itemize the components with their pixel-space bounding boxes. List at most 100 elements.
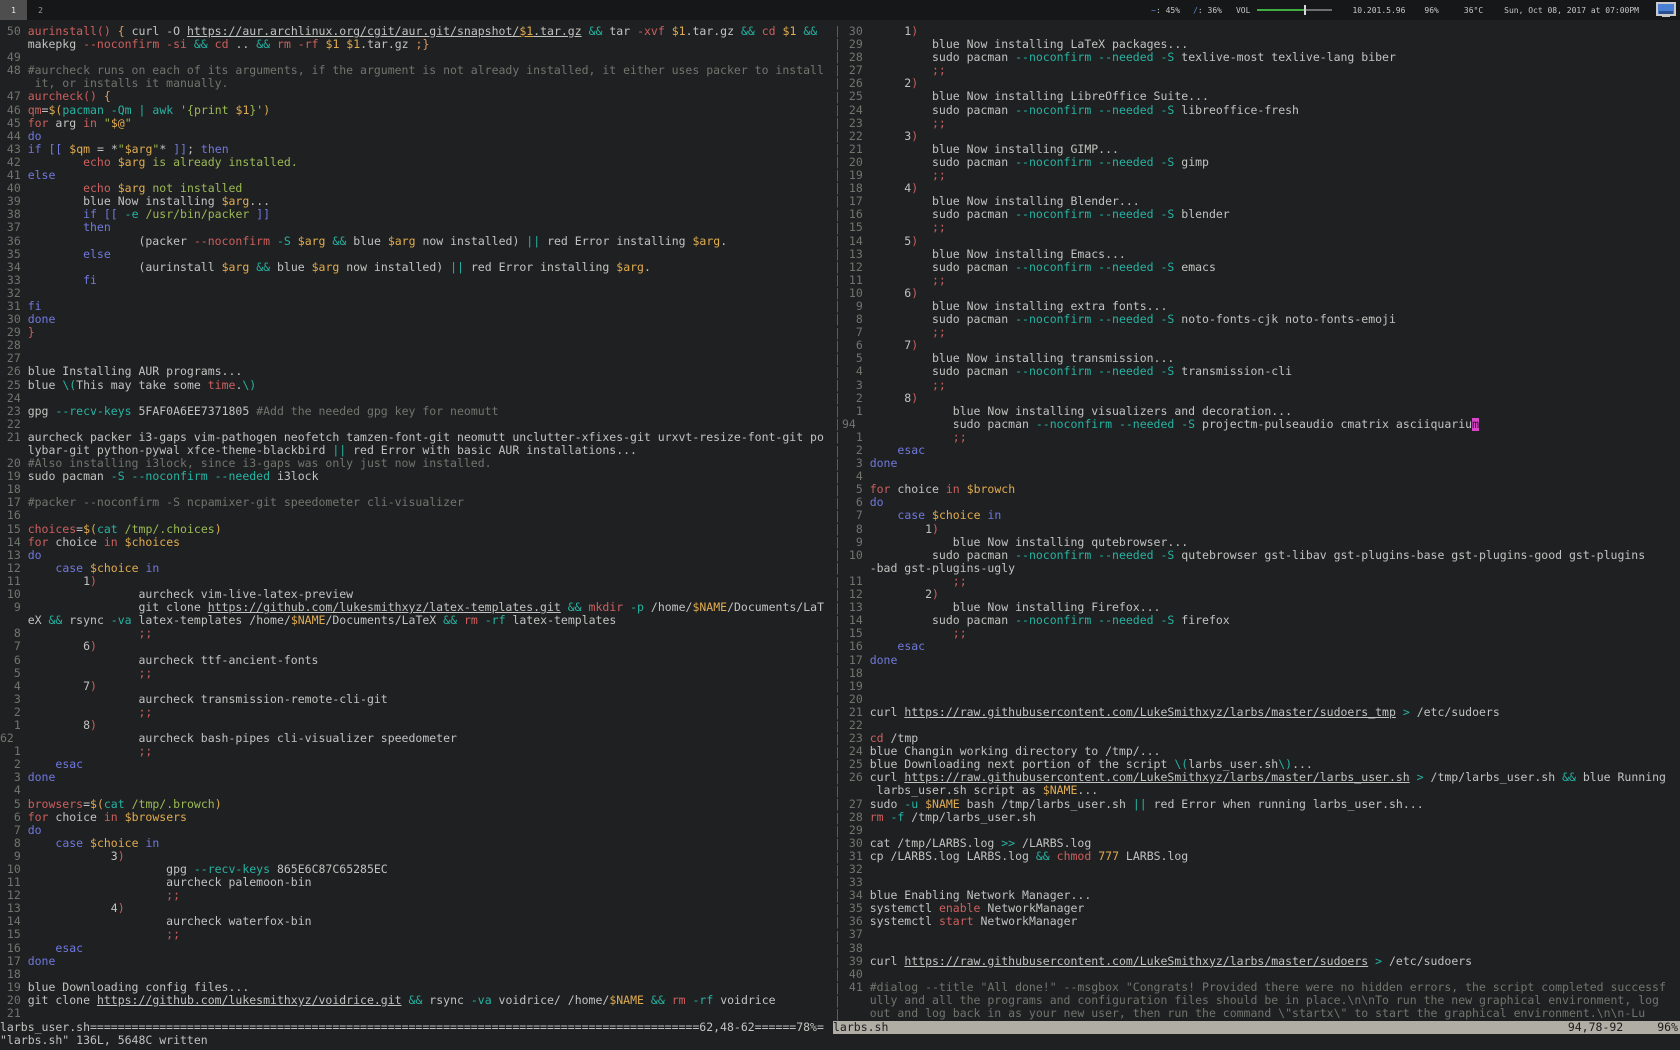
code-token [870, 64, 932, 77]
workspace-2[interactable]: 2 [27, 0, 54, 20]
workspace-1[interactable]: 1 [0, 0, 27, 20]
line-number: 26 [842, 771, 870, 784]
code-line: 18 [0, 483, 833, 496]
line-number: 19 [842, 169, 870, 182]
code-line: 31fi [0, 300, 833, 313]
code-line: 37 [842, 928, 1680, 941]
window-separator[interactable]: | | | | | | | | | | | | | | | | | | | | … [833, 25, 842, 1021]
editor-pane-left[interactable]: 50aurinstall() { curl -O https://aur.arc… [0, 25, 833, 1021]
code-line: 3done [0, 771, 833, 784]
code-token: texlive-most texlive-lang biber [1174, 51, 1396, 64]
code-line: 27 [0, 352, 833, 365]
volume-knob[interactable] [1304, 5, 1306, 15]
code-token [582, 601, 589, 614]
code-token: choice [48, 536, 103, 549]
code-line: 7 6) [0, 640, 833, 653]
code-token: done [870, 654, 898, 667]
code-line: 38 [842, 942, 1680, 955]
code-token: $NAME [291, 614, 326, 627]
code-token: ;; [953, 627, 967, 640]
code-token: it, or installs it manually. [28, 77, 229, 90]
code-token [28, 221, 83, 234]
code-token [870, 221, 932, 234]
code-line: 24blue Changin working directory to /tmp… [842, 745, 1680, 758]
code-line: 32 [842, 863, 1680, 876]
code-line: 11 aurcheck palemoon-bin [0, 876, 833, 889]
code-token: /home/ [644, 601, 692, 614]
code-line: out and log back in as your new user, th… [842, 1007, 1680, 1020]
code-token: /tmp/.browch [132, 798, 215, 811]
code-token: blue Now installing GIMP... [870, 143, 1119, 156]
code-token: \) [1278, 758, 1292, 771]
code-token: ; [187, 143, 201, 156]
display-icon [1656, 2, 1676, 18]
line-number: 15 [0, 928, 28, 941]
volume-slider[interactable] [1257, 4, 1332, 16]
code-token: $arg [312, 261, 340, 274]
line-number: 18 [842, 667, 870, 680]
code-line: 21curl https://raw.githubusercontent.com… [842, 706, 1680, 719]
code-token [870, 117, 932, 130]
code-token: do [28, 549, 42, 562]
code-token: sudo pacman [870, 208, 1015, 221]
code-line: 62 aurcheck bash-pipes cli-visualizer sp… [0, 732, 833, 745]
code-token: not installed [145, 182, 242, 195]
code-token: -p [630, 601, 644, 614]
code-line: 5 blue Now installing transmission... [842, 352, 1680, 365]
statusline-percent: 96% [1657, 1021, 1678, 1034]
code-token: && [1036, 850, 1050, 863]
code-line: 23 ;; [842, 117, 1680, 130]
code-token [28, 706, 139, 719]
code-token: do [28, 130, 42, 143]
code-token: --noconfirm [194, 235, 270, 248]
code-token: for [28, 536, 49, 549]
line-number: 15 [842, 627, 870, 640]
line-number: 18 [842, 182, 870, 195]
code-token: 7 [870, 339, 912, 352]
code-token: voidrice/ /home/ [492, 994, 610, 1007]
line-number: 26 [842, 77, 870, 90]
code-token: blue [346, 235, 388, 248]
code-token [270, 38, 277, 51]
code-token [319, 38, 326, 51]
code-token: 8 [870, 392, 912, 405]
code-token: && [332, 235, 346, 248]
code-token: red Error with basic AUR installations..… [346, 444, 637, 457]
code-line: 9 3) [0, 850, 833, 863]
line-number: 9 [842, 536, 870, 549]
code-token: enable [939, 902, 981, 915]
code-line: 39 blue Now installing $arg... [0, 195, 833, 208]
code-token: larbs_user.sh [1188, 758, 1278, 771]
code-line: it, or installs it manually. [0, 77, 833, 90]
code-line: 3done [842, 457, 1680, 470]
line-number: 30 [0, 313, 28, 326]
code-token [28, 182, 83, 195]
code-token: fi [28, 300, 42, 313]
line-number: 38 [842, 942, 870, 955]
code-line: 22 [842, 719, 1680, 732]
code-line: 7 ;; [842, 326, 1680, 339]
code-token: -u [904, 798, 918, 811]
code-token: $arg [222, 261, 250, 274]
code-line: 23cd /tmp [842, 732, 1680, 745]
code-token: $( [90, 798, 104, 811]
code-token: ) [90, 680, 97, 693]
editor-pane-right[interactable]: 30 1)29 blue Now installing LaTeX packag… [842, 25, 1680, 1021]
code-token [118, 208, 125, 221]
code-token [118, 523, 125, 536]
line-number: 45 [0, 117, 28, 130]
line-number: 20 [0, 994, 28, 1007]
code-token: $NAME [692, 601, 727, 614]
line-number: 16 [0, 509, 28, 522]
line-number: 32 [0, 287, 28, 300]
code-token: choice [48, 811, 103, 824]
code-token [870, 627, 953, 640]
code-line: 12 ;; [0, 889, 833, 902]
line-number: 10 [0, 863, 28, 876]
code-line: 4 [0, 784, 833, 797]
code-line: 44do [0, 130, 833, 143]
code-line: 14 5) [842, 235, 1680, 248]
code-token: in [104, 811, 118, 824]
code-token: ;; [953, 431, 967, 444]
code-line: 19sudo pacman -S --noconfirm --needed i3… [0, 470, 833, 483]
